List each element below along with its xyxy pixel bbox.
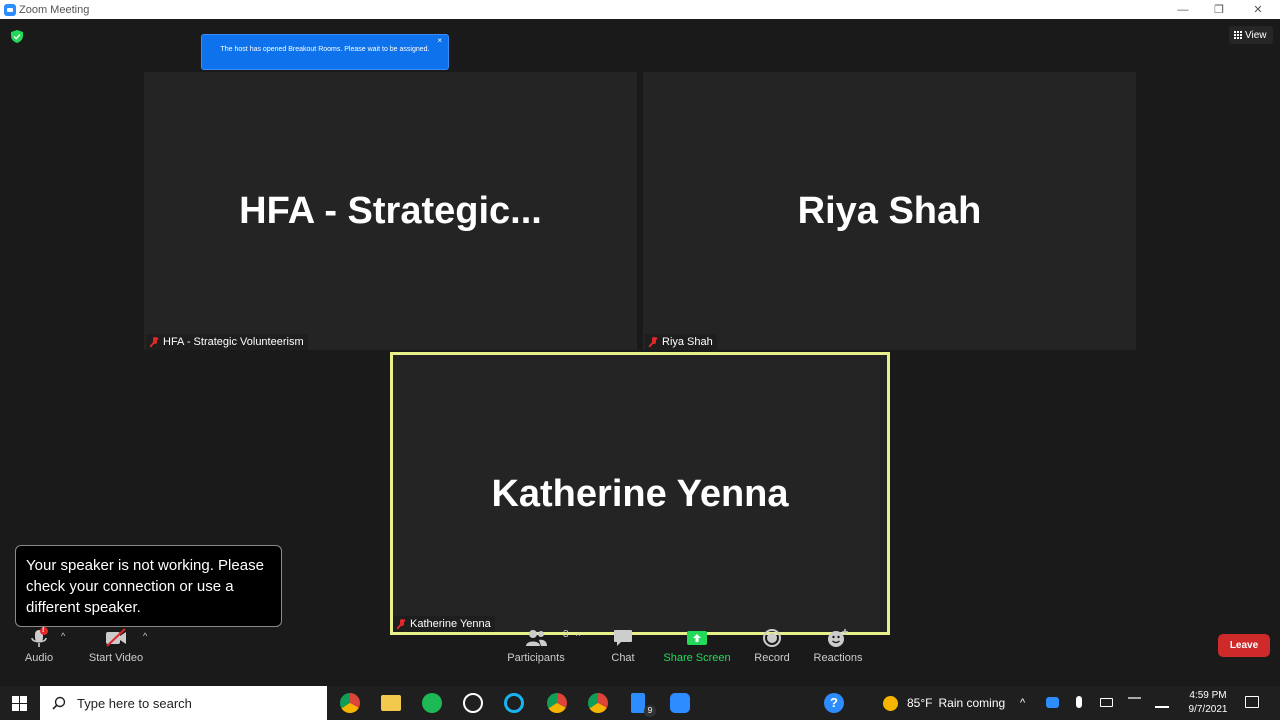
- participants-icon: 3: [525, 627, 569, 649]
- taskbar-clock[interactable]: 4:59 PM 9/7/2021: [1180, 689, 1236, 717]
- clock-date: 9/7/2021: [1188, 704, 1228, 715]
- show-hidden-icons-chevron-up-icon[interactable]: ^: [1020, 686, 1025, 720]
- phone-app-icon[interactable]: [631, 693, 645, 713]
- video-tile-hfa[interactable]: HFA - Strategic... HFA - Strategic Volun…: [144, 72, 637, 350]
- chat-icon: [613, 627, 633, 649]
- window-titlebar: Zoom Meeting — ❐ ✕: [0, 0, 1280, 19]
- window-title: Zoom Meeting: [19, 3, 90, 16]
- smiley-plus-icon: [827, 627, 849, 649]
- spotify-icon[interactable]: [422, 693, 442, 713]
- meeting-area: The host has opened Breakout Rooms. Plea…: [0, 19, 1280, 686]
- participants-count: 3: [563, 629, 569, 640]
- xbox-icon[interactable]: [463, 693, 483, 713]
- participant-display-name: HFA - Strategic...: [239, 190, 542, 232]
- zoom-tray-icon[interactable]: [1046, 697, 1059, 708]
- close-button[interactable]: ✕: [1239, 0, 1277, 19]
- chat-label: Chat: [611, 652, 635, 664]
- start-video-button[interactable]: Start Video: [86, 627, 146, 667]
- participant-name-tag: HFA - Strategic Volunteerism: [146, 334, 308, 350]
- zoom-app-icon: [4, 3, 16, 16]
- speaker-warning-tooltip: Your speaker is not working. Please chec…: [15, 545, 282, 627]
- participants-options-chevron-up-icon[interactable]: ^: [576, 631, 580, 641]
- muted-mic-icon: [150, 336, 160, 348]
- muted-mic-icon: [397, 618, 407, 630]
- audio-options-chevron-up-icon[interactable]: ^: [61, 631, 65, 641]
- video-off-icon: [105, 627, 127, 649]
- audio-label: Audio: [24, 652, 54, 664]
- minimize-button[interactable]: —: [1164, 0, 1202, 19]
- file-explorer-icon[interactable]: [381, 695, 401, 711]
- record-button[interactable]: Record: [752, 627, 792, 667]
- breakout-room-notice: The host has opened Breakout Rooms. Plea…: [201, 34, 449, 70]
- share-screen-button[interactable]: Share Screen: [663, 627, 731, 667]
- video-tile-katherine-yenna[interactable]: Katherine Yenna Katherine Yenna: [390, 352, 890, 635]
- participant-tag-label: HFA - Strategic Volunteerism: [163, 336, 304, 348]
- chrome-profile-icon[interactable]: [547, 693, 567, 713]
- help-icon[interactable]: ?: [824, 693, 844, 713]
- cortana-icon[interactable]: [504, 693, 524, 713]
- participant-tag-label: Riya Shah: [662, 336, 713, 348]
- windows-start-icon[interactable]: [12, 696, 27, 711]
- reactions-button[interactable]: Reactions: [813, 627, 863, 667]
- share-screen-label: Share Screen: [663, 652, 731, 664]
- microphone-tray-icon[interactable]: [1076, 696, 1082, 708]
- shield-icon[interactable]: [11, 30, 23, 43]
- search-placeholder: Type here to search: [77, 695, 192, 711]
- notice-close-icon[interactable]: ×: [437, 36, 442, 45]
- microphone-icon: !: [29, 627, 49, 649]
- battery-icon[interactable]: [1100, 698, 1113, 707]
- app-badge-count: 9: [644, 705, 656, 717]
- record-icon: [762, 627, 782, 649]
- notice-message: The host has opened Breakout Rooms. Plea…: [220, 46, 430, 53]
- view-button-label: View: [1245, 29, 1267, 41]
- grid-view-icon: [1234, 31, 1242, 39]
- audio-alert-badge: !: [42, 627, 45, 634]
- participant-display-name: Riya Shah: [797, 190, 982, 232]
- participants-label: Participants: [507, 652, 565, 664]
- participant-tag-label: Katherine Yenna: [410, 618, 491, 630]
- participant-name-tag: Riya Shah: [645, 334, 717, 350]
- participants-button[interactable]: 3 Participants: [505, 627, 569, 667]
- view-button[interactable]: View: [1229, 26, 1273, 44]
- search-icon: [52, 696, 66, 710]
- start-video-label: Start Video: [88, 652, 144, 664]
- reactions-label: Reactions: [813, 652, 863, 664]
- weather-text: Rain coming: [938, 696, 1006, 710]
- notifications-icon[interactable]: [1245, 696, 1259, 708]
- muted-mic-icon: [649, 336, 659, 348]
- participant-name-tag: Katherine Yenna: [393, 616, 495, 632]
- wifi-icon[interactable]: [1128, 697, 1141, 708]
- record-label: Record: [754, 652, 790, 664]
- chat-button[interactable]: Chat: [605, 627, 641, 667]
- video-options-chevron-up-icon[interactable]: ^: [143, 631, 147, 641]
- chrome-profile-icon[interactable]: [588, 693, 608, 713]
- participant-display-name: Katherine Yenna: [491, 473, 789, 515]
- weather-temp: 85°F: [907, 696, 933, 710]
- weather-widget[interactable]: 85°F Rain coming: [883, 686, 1005, 720]
- taskbar-search-box[interactable]: Type here to search: [40, 686, 327, 720]
- audio-button[interactable]: ! Audio: [20, 627, 58, 667]
- share-screen-icon: [686, 627, 708, 649]
- clock-time: 4:59 PM: [1189, 690, 1227, 701]
- windows-taskbar: Type here to search 9 ? 85°F Rain coming…: [0, 686, 1280, 720]
- zoom-icon[interactable]: [670, 693, 690, 713]
- sun-icon: [883, 695, 898, 711]
- pen-icon[interactable]: [1155, 697, 1169, 708]
- leave-button[interactable]: Leave: [1218, 634, 1270, 657]
- restore-button[interactable]: ❐: [1200, 0, 1238, 19]
- video-tile-riya-shah[interactable]: Riya Shah Riya Shah: [643, 72, 1136, 350]
- chrome-icon[interactable]: [340, 693, 360, 713]
